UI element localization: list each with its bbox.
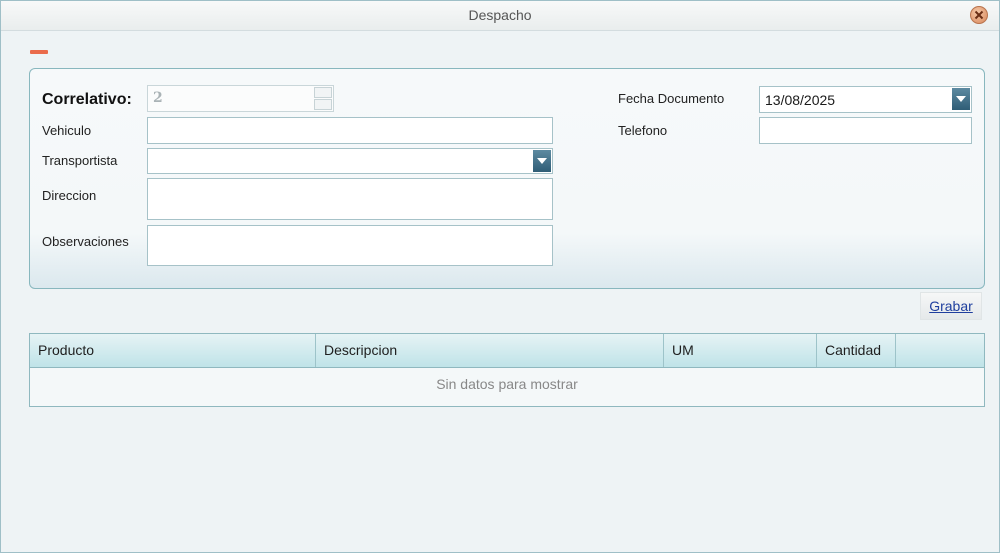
direccion-textarea[interactable]: [147, 178, 553, 220]
column-header-actions: [896, 334, 984, 367]
transportista-label: Transportista: [42, 153, 118, 168]
calendar-dropdown-icon[interactable]: [952, 88, 970, 110]
vehiculo-input[interactable]: [147, 117, 553, 144]
grid-header: Producto Descripcion UM Cantidad: [30, 334, 984, 368]
collapse-icon[interactable]: [30, 50, 48, 54]
title-bar[interactable]: Despacho: [1, 1, 999, 31]
observaciones-textarea[interactable]: [147, 225, 553, 266]
despacho-dialog: Despacho Correlativo: 2 Vehiculo Transpo…: [0, 0, 1000, 553]
observaciones-label: Observaciones: [42, 234, 129, 249]
fecha-label: Fecha Documento: [618, 91, 725, 106]
grid-empty-message: Sin datos para mostrar: [436, 376, 578, 392]
fecha-value: 13/08/2025: [765, 92, 836, 108]
column-header-producto[interactable]: Producto: [30, 334, 316, 367]
column-header-um[interactable]: UM: [664, 334, 817, 367]
spin-down-icon: [314, 99, 332, 110]
correlativo-field: 2: [147, 85, 334, 112]
fecha-datepicker[interactable]: 13/08/2025: [759, 86, 972, 113]
chevron-down-icon[interactable]: [533, 150, 551, 172]
grabar-button[interactable]: Grabar: [920, 292, 982, 320]
correlativo-value: 2: [153, 90, 163, 106]
spin-up-icon: [314, 87, 332, 98]
correlativo-spinner: [314, 87, 332, 111]
correlativo-label: Correlativo:: [42, 91, 132, 108]
column-header-descripcion[interactable]: Descripcion: [316, 334, 664, 367]
column-header-cantidad[interactable]: Cantidad: [817, 334, 896, 367]
vehiculo-label: Vehiculo: [42, 123, 92, 138]
direccion-label: Direccion: [42, 188, 97, 203]
transportista-select[interactable]: [147, 148, 553, 174]
form-panel: Correlativo: 2 Vehiculo Transportista Di…: [29, 68, 985, 289]
telefono-label: Telefono: [618, 123, 668, 138]
telefono-input[interactable]: [759, 117, 972, 144]
window-title: Despacho: [468, 7, 532, 23]
products-grid: Producto Descripcion UM Cantidad Sin dat…: [29, 333, 985, 407]
close-icon[interactable]: [970, 6, 988, 24]
